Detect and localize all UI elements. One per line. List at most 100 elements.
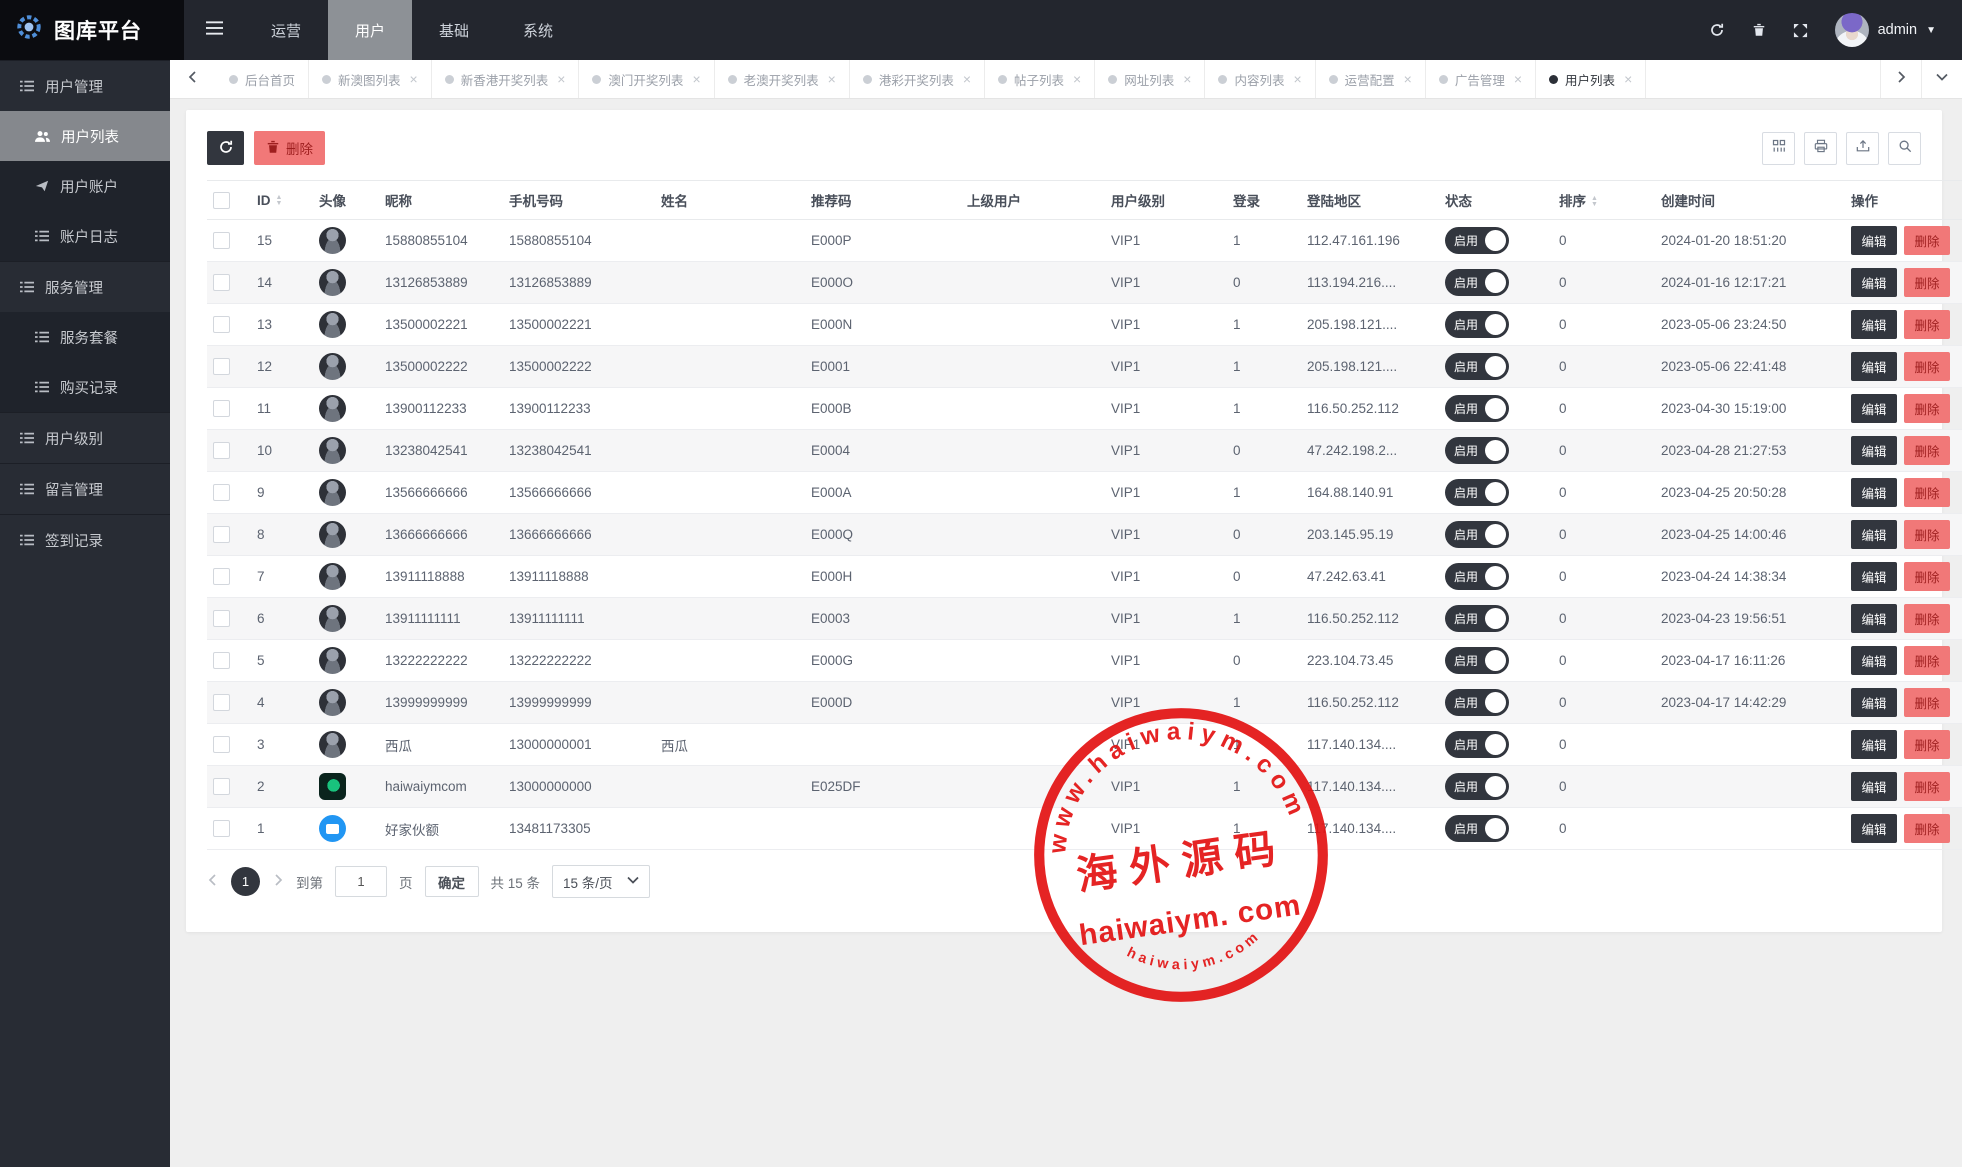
sidebar-item[interactable]: 留言管理 [0,463,170,514]
tabs-menu-button[interactable] [1921,60,1962,98]
tab[interactable]: 新香港开奖列表 × [432,60,580,98]
row-checkbox[interactable] [213,652,230,669]
sort-carets-icon[interactable]: ▲ ▼ [276,194,283,207]
tab[interactable]: 网址列表 × [1095,60,1206,98]
page-prev-button[interactable] [207,874,219,889]
row-checkbox[interactable] [213,694,230,711]
status-toggle[interactable]: 启用 [1445,395,1509,422]
delete-button[interactable]: 删除 [1904,352,1950,381]
delete-button[interactable]: 删除 [1904,310,1950,339]
batch-delete-button[interactable]: 删除 [254,131,325,165]
export-button[interactable] [1846,131,1879,165]
row-checkbox[interactable] [213,778,230,795]
delete-button[interactable]: 删除 [1904,226,1950,255]
status-toggle[interactable]: 启用 [1445,437,1509,464]
edit-button[interactable]: 编辑 [1851,688,1897,717]
sidebar-item[interactable]: 用户级别 [0,412,170,463]
row-checkbox[interactable] [213,358,230,375]
sidebar-collapse-button[interactable] [184,0,244,60]
status-toggle[interactable]: 启用 [1445,521,1509,548]
tab-close-icon[interactable]: × [557,71,565,87]
print-button[interactable] [1804,131,1837,165]
search-toggle-button[interactable] [1888,131,1921,165]
status-toggle[interactable]: 启用 [1445,353,1509,380]
refresh-icon[interactable] [1709,22,1725,38]
tab[interactable]: 内容列表 × [1205,60,1316,98]
tab-close-icon[interactable]: × [1183,71,1191,87]
page-next-button[interactable] [272,874,284,889]
row-checkbox[interactable] [213,316,230,333]
tab-close-icon[interactable]: × [1514,71,1522,87]
row-checkbox[interactable] [213,400,230,417]
tab[interactable]: 老澳开奖列表 × [715,60,850,98]
row-checkbox[interactable] [213,484,230,501]
status-toggle[interactable]: 启用 [1445,479,1509,506]
edit-button[interactable]: 编辑 [1851,814,1897,843]
delete-button[interactable]: 删除 [1904,604,1950,633]
page-number-current[interactable]: 1 [231,867,260,896]
top-menu-item[interactable]: 系统 [496,0,580,60]
columns-toggle-button[interactable] [1762,131,1795,165]
sidebar-item[interactable]: 用户管理 [0,60,170,111]
delete-button[interactable]: 删除 [1904,730,1950,759]
goto-confirm-button[interactable]: 确定 [424,866,479,897]
row-checkbox[interactable] [213,442,230,459]
edit-button[interactable]: 编辑 [1851,352,1897,381]
sidebar-item[interactable]: 用户账户 [0,161,170,211]
fullscreen-icon[interactable] [1793,23,1808,38]
top-menu-item[interactable]: 用户 [328,0,413,60]
sidebar-item[interactable]: 签到记录 [0,514,170,565]
tabs-scroll-left[interactable] [170,60,216,98]
status-toggle[interactable]: 启用 [1445,773,1509,800]
edit-button[interactable]: 编辑 [1851,646,1897,675]
row-checkbox[interactable] [213,526,230,543]
delete-button[interactable]: 删除 [1904,436,1950,465]
row-checkbox[interactable] [213,232,230,249]
edit-button[interactable]: 编辑 [1851,478,1897,507]
delete-button[interactable]: 删除 [1904,394,1950,423]
tab-close-icon[interactable]: × [828,71,836,87]
user-menu[interactable]: admin ▼ [1834,13,1936,47]
status-toggle[interactable]: 启用 [1445,311,1509,338]
status-toggle[interactable]: 启用 [1445,689,1509,716]
tab-close-icon[interactable]: × [1624,71,1632,87]
per-page-select[interactable]: 15 条/页 [552,865,650,898]
tab-close-icon[interactable]: × [410,71,418,87]
edit-button[interactable]: 编辑 [1851,562,1897,591]
edit-button[interactable]: 编辑 [1851,772,1897,801]
edit-button[interactable]: 编辑 [1851,268,1897,297]
tab[interactable]: 澳门开奖列表 × [579,60,715,98]
sort-carets-icon[interactable]: ▲ ▼ [1591,195,1598,208]
tab[interactable]: 港彩开奖列表 × [850,60,986,98]
sidebar-item[interactable]: 服务管理 [0,261,170,312]
tab[interactable]: 帖子列表 × [985,60,1096,98]
column-header-id[interactable]: ID ▲ ▼ [251,180,313,220]
top-menu-item[interactable]: 基础 [412,0,496,60]
status-toggle[interactable]: 启用 [1445,227,1509,254]
tab[interactable]: 广告管理 × [1426,60,1537,98]
edit-button[interactable]: 编辑 [1851,436,1897,465]
tab[interactable]: 运营配置 × [1316,60,1426,98]
status-toggle[interactable]: 启用 [1445,269,1509,296]
sidebar-item[interactable]: 购买记录 [0,362,170,412]
delete-button[interactable]: 删除 [1904,520,1950,549]
tab-close-icon[interactable]: × [963,71,971,87]
delete-button[interactable]: 删除 [1904,268,1950,297]
delete-button[interactable]: 删除 [1904,478,1950,507]
select-all-checkbox[interactable] [213,191,230,209]
tab-close-icon[interactable]: × [692,71,700,87]
delete-button[interactable]: 删除 [1904,772,1950,801]
edit-button[interactable]: 编辑 [1851,730,1897,759]
status-toggle[interactable]: 启用 [1445,605,1509,632]
row-checkbox[interactable] [213,568,230,585]
sidebar-item[interactable]: 服务套餐 [0,312,170,362]
sidebar-item[interactable]: 账户日志 [0,211,170,261]
row-checkbox[interactable] [213,736,230,753]
sidebar-item[interactable]: 用户列表 [0,111,170,161]
row-checkbox[interactable] [213,820,230,837]
tabs-scroll-right[interactable] [1880,60,1921,98]
tab[interactable]: 新澳图列表 × [309,60,432,98]
trash-icon[interactable] [1752,23,1766,37]
status-toggle[interactable]: 启用 [1445,815,1509,842]
top-menu-item[interactable]: 运营 [244,0,328,60]
